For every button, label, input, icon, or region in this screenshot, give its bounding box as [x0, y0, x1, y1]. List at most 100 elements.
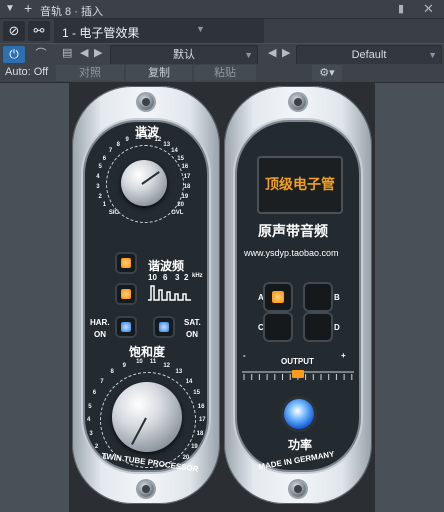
screw-icon — [290, 481, 306, 497]
saturation-tick: 15 — [193, 390, 200, 397]
harmonics-tick: 1 — [102, 202, 107, 209]
compare-button[interactable]: 对照 — [56, 65, 124, 81]
preset-select-b[interactable]: Default ▼ — [296, 45, 442, 65]
sat-on-button[interactable] — [155, 318, 173, 336]
power-label: 功率 — [288, 438, 313, 452]
brand-display: 顶级电子管 — [257, 156, 343, 214]
sat-label: SAT. — [184, 318, 201, 327]
chevron-down-icon[interactable]: ▼ — [196, 24, 205, 34]
output-meter[interactable] — [240, 364, 356, 388]
harmonics-tick: 18 — [183, 183, 191, 190]
btn-c-label: C — [258, 323, 264, 332]
plugin-window-titlebar: ▼ + 音轨 8 · 插入 ▮ ✕ — [0, 0, 444, 19]
preset-select-a[interactable]: 默认 ▼ — [110, 45, 258, 65]
btn-a-label: A — [258, 293, 264, 302]
harmonic-freq-label: 谐波频 — [148, 259, 185, 273]
freq-2: 2 — [184, 273, 189, 282]
saturation-tick: 13 — [175, 369, 183, 376]
har-on-button[interactable] — [117, 318, 135, 336]
harmonics-tick: 3 — [96, 183, 100, 190]
harmonics-tick: 15 — [177, 155, 184, 162]
freq-10: 10 — [148, 273, 157, 282]
prev-preset-arrow-b[interactable]: ◀ — [268, 46, 276, 63]
har-label: HAR. — [90, 318, 110, 327]
saturation-tick: 11 — [149, 359, 157, 366]
collapse-arrow-icon[interactable]: ▼ — [5, 3, 15, 14]
saturation-tick: 20 — [182, 454, 190, 461]
saturation-tick: 5 — [88, 403, 92, 410]
harmonics-tick: 14 — [171, 147, 178, 154]
prev-preset-arrow[interactable]: ◀ — [80, 46, 88, 63]
freq-led-2[interactable] — [117, 285, 135, 303]
saturation-tick: 18 — [196, 430, 204, 437]
saturation-tick: 14 — [185, 378, 193, 385]
harmonics-tick: 6 — [102, 155, 107, 162]
close-icon[interactable]: ✕ — [423, 1, 434, 17]
command-bar: Auto: Off 对照 复制 粘贴 ⚙▾ — [0, 64, 444, 83]
freq-6: 6 — [163, 273, 168, 282]
subtitle: 原声带音频 — [258, 223, 328, 239]
chevron-down-icon[interactable]: ▼ — [428, 46, 437, 64]
freq-graphic-icon — [148, 285, 191, 301]
power-button[interactable]: ⏻ — [3, 46, 25, 63]
paste-button[interactable]: 粘贴 — [194, 65, 256, 81]
harmonics-tick: 16 — [181, 164, 189, 171]
preset-select-a-value: 默认 — [173, 49, 195, 61]
output-plus: + — [341, 351, 346, 360]
harmonics-tick: 8 — [116, 141, 120, 148]
saturation-tick: 19 — [191, 443, 198, 450]
btn-b-label: B — [334, 293, 340, 302]
saturation-tick: 7 — [100, 378, 104, 385]
harmonics-tick: 4 — [96, 174, 100, 181]
saturation-tick: 4 — [87, 417, 91, 424]
routing-icon[interactable]: ⚯ — [28, 21, 50, 41]
pin-icon[interactable]: ▮ — [398, 2, 404, 15]
saturation-tick: 17 — [198, 417, 206, 424]
save-preset-icon[interactable]: ▤ — [62, 46, 72, 63]
bypass-icon[interactable]: ⊘ — [3, 21, 25, 41]
sidechain-icon[interactable]: ⌒ — [30, 46, 52, 63]
saturation-tick: 2 — [94, 443, 99, 450]
freq-khz: kHz — [192, 273, 203, 279]
harmonics-tick: 13 — [163, 141, 171, 148]
freq-led-1[interactable] — [117, 254, 135, 272]
preset-b-button[interactable] — [305, 284, 331, 310]
next-preset-arrow[interactable]: ▶ — [94, 46, 102, 63]
saturation-tick: 6 — [92, 390, 97, 397]
saturation-label: 饱和度 — [129, 345, 166, 359]
settings-icon[interactable]: ⚙▾ — [312, 65, 342, 81]
freq-3: 3 — [175, 273, 180, 282]
harmonics-tick: 9 — [125, 137, 129, 144]
saturation-knob[interactable] — [112, 382, 182, 452]
next-preset-arrow-b[interactable]: ▶ — [282, 46, 290, 63]
btn-d-label: D — [334, 323, 340, 332]
screw-icon — [138, 94, 154, 110]
har-on-label: ON — [94, 330, 106, 339]
preset-select-b-value: Default — [351, 49, 387, 61]
harmonics-tick: 5 — [98, 164, 102, 171]
saturation-tick: 3 — [89, 430, 93, 437]
add-plugin-icon[interactable]: + — [24, 0, 32, 16]
website: www.ysdyp.taobao.com — [244, 248, 339, 258]
power-knob[interactable] — [284, 399, 314, 429]
chevron-down-icon[interactable]: ▼ — [244, 46, 253, 64]
preset-d-button[interactable] — [305, 314, 331, 340]
preset-tab[interactable]: 1 - 电子管效果 ▼ — [54, 19, 264, 43]
saturation-tick: 16 — [197, 403, 205, 410]
preset-bar: ⏻ ⌒ ▤ ◀ ▶ 默认 ▼ ◀ ▶ Default ▼ — [0, 44, 444, 65]
automation-status[interactable]: Auto: Off — [5, 66, 48, 78]
screw-icon — [138, 481, 154, 497]
preset-a-button[interactable] — [265, 284, 291, 310]
preset-c-button[interactable] — [265, 314, 291, 340]
harmonics-tick: 7 — [108, 147, 113, 154]
saturation-tick: 10 — [136, 359, 143, 366]
window-title: 音轨 8 · 插入 — [40, 6, 103, 18]
harmonics-tick: 10 — [135, 135, 142, 142]
copy-button[interactable]: 复制 — [126, 65, 192, 81]
harmonics-tick: 11 — [144, 135, 152, 142]
harmonics-tick: 12 — [154, 137, 162, 144]
saturation-tick: 12 — [163, 362, 171, 369]
sat-on-label: ON — [186, 330, 198, 339]
saturation-tick: 9 — [122, 362, 126, 369]
preset-tab-label: 1 - 电子管效果 — [62, 26, 140, 40]
